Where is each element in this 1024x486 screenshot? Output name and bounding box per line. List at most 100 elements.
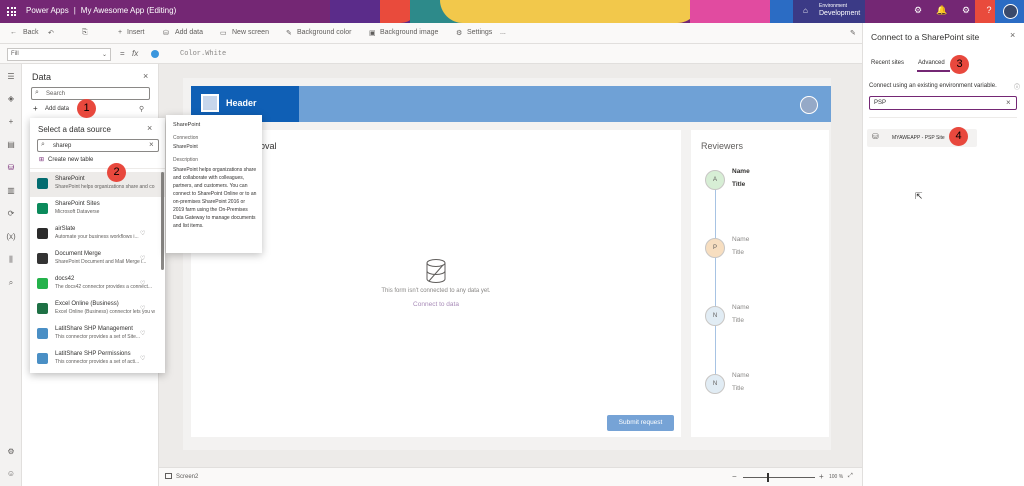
- edit-icon[interactable]: ✎: [850, 29, 856, 37]
- search-input[interactable]: ⌕ Search: [31, 87, 150, 100]
- scrollbar[interactable]: [161, 172, 164, 270]
- pin-icon[interactable]: ⚲: [139, 105, 144, 113]
- data-source-item[interactable]: Excel Online (Business) Excel Online (Bus…: [30, 297, 165, 322]
- reviewer-name: Name: [732, 372, 750, 379]
- connector-icon: [37, 328, 48, 339]
- notifications-icon[interactable]: 🔔: [936, 5, 948, 16]
- product-name: Power Apps: [26, 6, 69, 15]
- data-source-item[interactable]: SharePoint SharePoint helps organizations…: [30, 172, 165, 197]
- undo-icon[interactable]: ↶: [48, 29, 54, 37]
- settings-rail-icon[interactable]: ⚙: [4, 447, 18, 456]
- screen-name[interactable]: Screen2: [176, 474, 198, 480]
- image-icon: ▣: [369, 30, 376, 37]
- connect-sharepoint-panel: Connect to a SharePoint site × Recent si…: [862, 23, 1024, 486]
- tab-recent-sites[interactable]: Recent sites: [871, 60, 904, 66]
- help-icon[interactable]: ?: [983, 5, 995, 15]
- add-data-button[interactable]: Add data: [175, 29, 203, 36]
- premium-icon: ♡: [140, 281, 146, 287]
- site-result-label: MYAWEAPP - PSP Site: [892, 135, 945, 141]
- zoom-slider-thumb[interactable]: [767, 473, 769, 482]
- settings-icon[interactable]: ⚙: [960, 5, 972, 16]
- submit-request-button[interactable]: Submit request: [607, 415, 674, 431]
- reviewer-title: Title: [732, 385, 745, 392]
- layers-icon[interactable]: ◈: [4, 94, 18, 103]
- menu-icon[interactable]: ☰: [4, 72, 18, 81]
- gallery-icon[interactable]: ▤: [4, 140, 18, 149]
- connect-to-data-link[interactable]: Connect to data: [191, 301, 681, 308]
- back-button[interactable]: Back: [23, 29, 39, 36]
- user-avatar[interactable]: [800, 96, 818, 114]
- site-search-input[interactable]: PSP ×: [869, 96, 1017, 110]
- chevron-down-icon: ⌄: [101, 52, 107, 58]
- data-source-item[interactable]: LatitShare SHP Management This connector …: [30, 322, 165, 347]
- env-variable-label: Connect using an existing environment va…: [869, 83, 997, 89]
- app-launcher-icon[interactable]: [7, 7, 16, 16]
- close-icon[interactable]: ×: [147, 123, 152, 133]
- callout-3: 3: [950, 55, 969, 74]
- copilot-icon[interactable]: ⚙: [912, 5, 924, 16]
- close-icon[interactable]: ×: [143, 71, 148, 81]
- media-icon[interactable]: ▥: [4, 186, 18, 195]
- variables-icon[interactable]: (x): [4, 232, 18, 241]
- connector-icon: [37, 253, 48, 264]
- settings-gear-icon: ⚙: [456, 30, 463, 37]
- database-icon: ⛁: [163, 30, 169, 37]
- data-source-name: SharePoint: [55, 176, 85, 182]
- zoom-out-icon[interactable]: −: [732, 472, 737, 481]
- data-source-item[interactable]: LatitShare SHP Permissions This connector…: [30, 347, 165, 372]
- more-button[interactable]: ...: [500, 29, 506, 36]
- table-icon: ⊞: [39, 157, 45, 163]
- avatar[interactable]: [1003, 4, 1018, 19]
- callout-4: 4: [949, 127, 968, 146]
- data-source-item[interactable]: Document Merge SharePoint Document and Ma…: [30, 247, 165, 272]
- data-source-description: SharePoint helps organizations share and…: [55, 184, 155, 190]
- data-source-name: LatitShare SHP Management: [55, 326, 133, 332]
- premium-icon: ♡: [140, 306, 146, 312]
- property-dropdown[interactable]: Fill ⌄: [7, 48, 111, 61]
- background-color-button[interactable]: Background color: [297, 29, 351, 36]
- background-image-button[interactable]: Background image: [380, 29, 438, 36]
- data-icon[interactable]: ⛁: [4, 163, 18, 172]
- data-source-item[interactable]: docs42 The docs42 connector provides a co…: [30, 272, 165, 297]
- data-source-item[interactable]: airSlate Automate your business workflows…: [30, 222, 165, 247]
- plus-icon: +: [118, 29, 123, 36]
- pane-title: Data: [32, 72, 52, 82]
- zoom-in-icon[interactable]: +: [819, 472, 824, 481]
- formula-input[interactable]: Color.White: [180, 50, 226, 58]
- search-rail-icon[interactable]: ⌕: [4, 278, 18, 288]
- color-swatch-icon[interactable]: [151, 50, 159, 58]
- connector-icon: [37, 353, 48, 364]
- insert-button[interactable]: Insert: [127, 29, 145, 36]
- new-screen-button[interactable]: New screen: [232, 29, 269, 36]
- fit-to-window-icon[interactable]: ⤢: [848, 473, 853, 480]
- tab-advanced[interactable]: Advanced: [918, 60, 945, 66]
- reviewers-title: Reviewers: [701, 141, 744, 151]
- flows-icon[interactable]: ⟳: [4, 209, 18, 218]
- create-new-table-button[interactable]: Create new table: [48, 157, 93, 163]
- tooltip-connection-label: Connection: [173, 135, 199, 141]
- database-icon: [426, 259, 446, 283]
- add-data-link[interactable]: Add data: [45, 106, 69, 112]
- insert-icon[interactable]: +: [4, 117, 18, 126]
- data-source-item[interactable]: SharePoint Sites Microsoft Dataverse: [30, 197, 165, 222]
- tooltip-connection-value: SharePoint: [173, 144, 198, 150]
- command-bar: ← Back ↶ ⎘ + Insert ⛁ Add data ▭ New scr…: [0, 23, 862, 44]
- paste-icon[interactable]: ⎘: [82, 29, 88, 37]
- close-icon[interactable]: ×: [1010, 30, 1015, 40]
- data-source-name: airSlate: [55, 226, 76, 232]
- reviewer-title: Title: [732, 181, 746, 188]
- header-title: Header: [226, 98, 257, 108]
- account-icon[interactable]: ☺: [4, 469, 18, 478]
- zoom-slider[interactable]: [743, 477, 815, 478]
- settings-button[interactable]: Settings: [467, 29, 492, 36]
- tools-icon[interactable]: ⫼: [4, 255, 18, 265]
- zoom-level[interactable]: 100 %: [829, 474, 843, 480]
- clear-icon[interactable]: ×: [1006, 98, 1011, 107]
- connector-icon: [37, 178, 48, 189]
- data-source-search-input[interactable]: ⌕ sharep ×: [37, 139, 159, 152]
- info-icon[interactable]: ⓘ: [1014, 82, 1020, 91]
- app-title: My Awesome App (Editing): [80, 6, 177, 15]
- reviewer-avatar: N: [705, 306, 725, 326]
- clear-icon[interactable]: ×: [149, 140, 154, 149]
- reviewers-card: Reviewers A Name Title P Name Title N Name Title…: [691, 130, 829, 437]
